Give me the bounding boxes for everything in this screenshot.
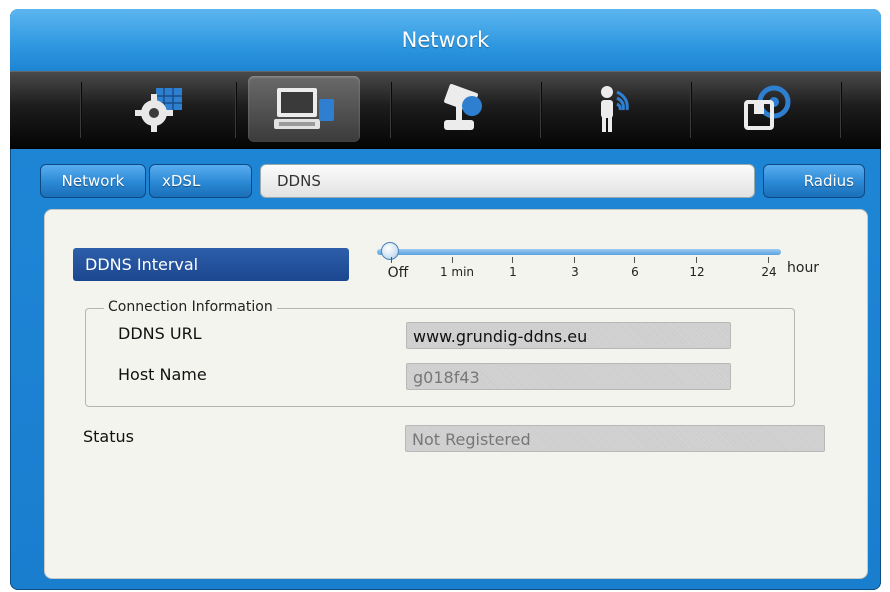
tab-xdsl[interactable]: xDSL [149,164,252,198]
title-bar: Network [10,9,881,72]
icon-separator [390,82,392,138]
connection-information-group: Connection Information DDNS URL www.grun… [85,299,795,407]
ddns-interval-label: DDNS Interval [73,248,349,281]
camera-joystick-icon[interactable] [410,76,522,142]
tick-label-24: 24 [761,265,777,279]
computer-network-icon[interactable] [248,76,360,142]
slider-tick [512,257,513,263]
tick-label-1min: 1 min [439,265,475,279]
ddns-settings-panel: DDNS Interval Off 1 min 1 3 6 12 24 hour… [44,209,868,579]
slider-tick [452,257,453,263]
tick-label-off: Off [387,265,409,281]
connection-information-legend: Connection Information [104,299,277,315]
slider-tick [574,257,575,263]
tab-network[interactable]: Network [40,164,146,198]
gear-settings-icon[interactable] [105,76,217,142]
storage-disc-icon[interactable] [710,76,822,142]
interval-unit-label: hour [787,260,820,276]
tab-radius[interactable]: Radius [763,164,865,198]
slider-tick [391,257,392,263]
window-title: Network [401,28,490,52]
icon-separator [80,82,82,138]
tick-label-6: 6 [631,265,639,279]
status-field: Not Registered [405,425,825,452]
ddns-url-label: DDNS URL [118,324,202,343]
slider-knob[interactable] [381,242,399,260]
icon-separator [235,82,237,138]
tick-label-12: 12 [689,265,705,279]
tick-label-3: 3 [571,265,579,279]
icon-separator [540,82,542,138]
host-name-field: g018f43 [406,363,731,390]
menu-icon-bar [10,71,881,149]
tick-label-1: 1 [509,265,517,279]
icon-separator [840,82,842,138]
ddns-url-field[interactable]: www.grundig-ddns.eu [406,322,731,349]
network-settings-window: Network Network xDSL DDNS Radius DDNS In… [10,9,881,590]
host-name-label: Host Name [118,365,207,384]
icon-separator [690,82,692,138]
status-label: Status [83,427,134,446]
slider-tick [696,257,697,263]
slider-tick [634,257,635,263]
slider-tick [768,257,769,263]
tab-ddns[interactable]: DDNS [260,164,755,198]
ddns-interval-slider[interactable] [377,249,781,255]
person-wireless-icon[interactable] [562,76,674,142]
